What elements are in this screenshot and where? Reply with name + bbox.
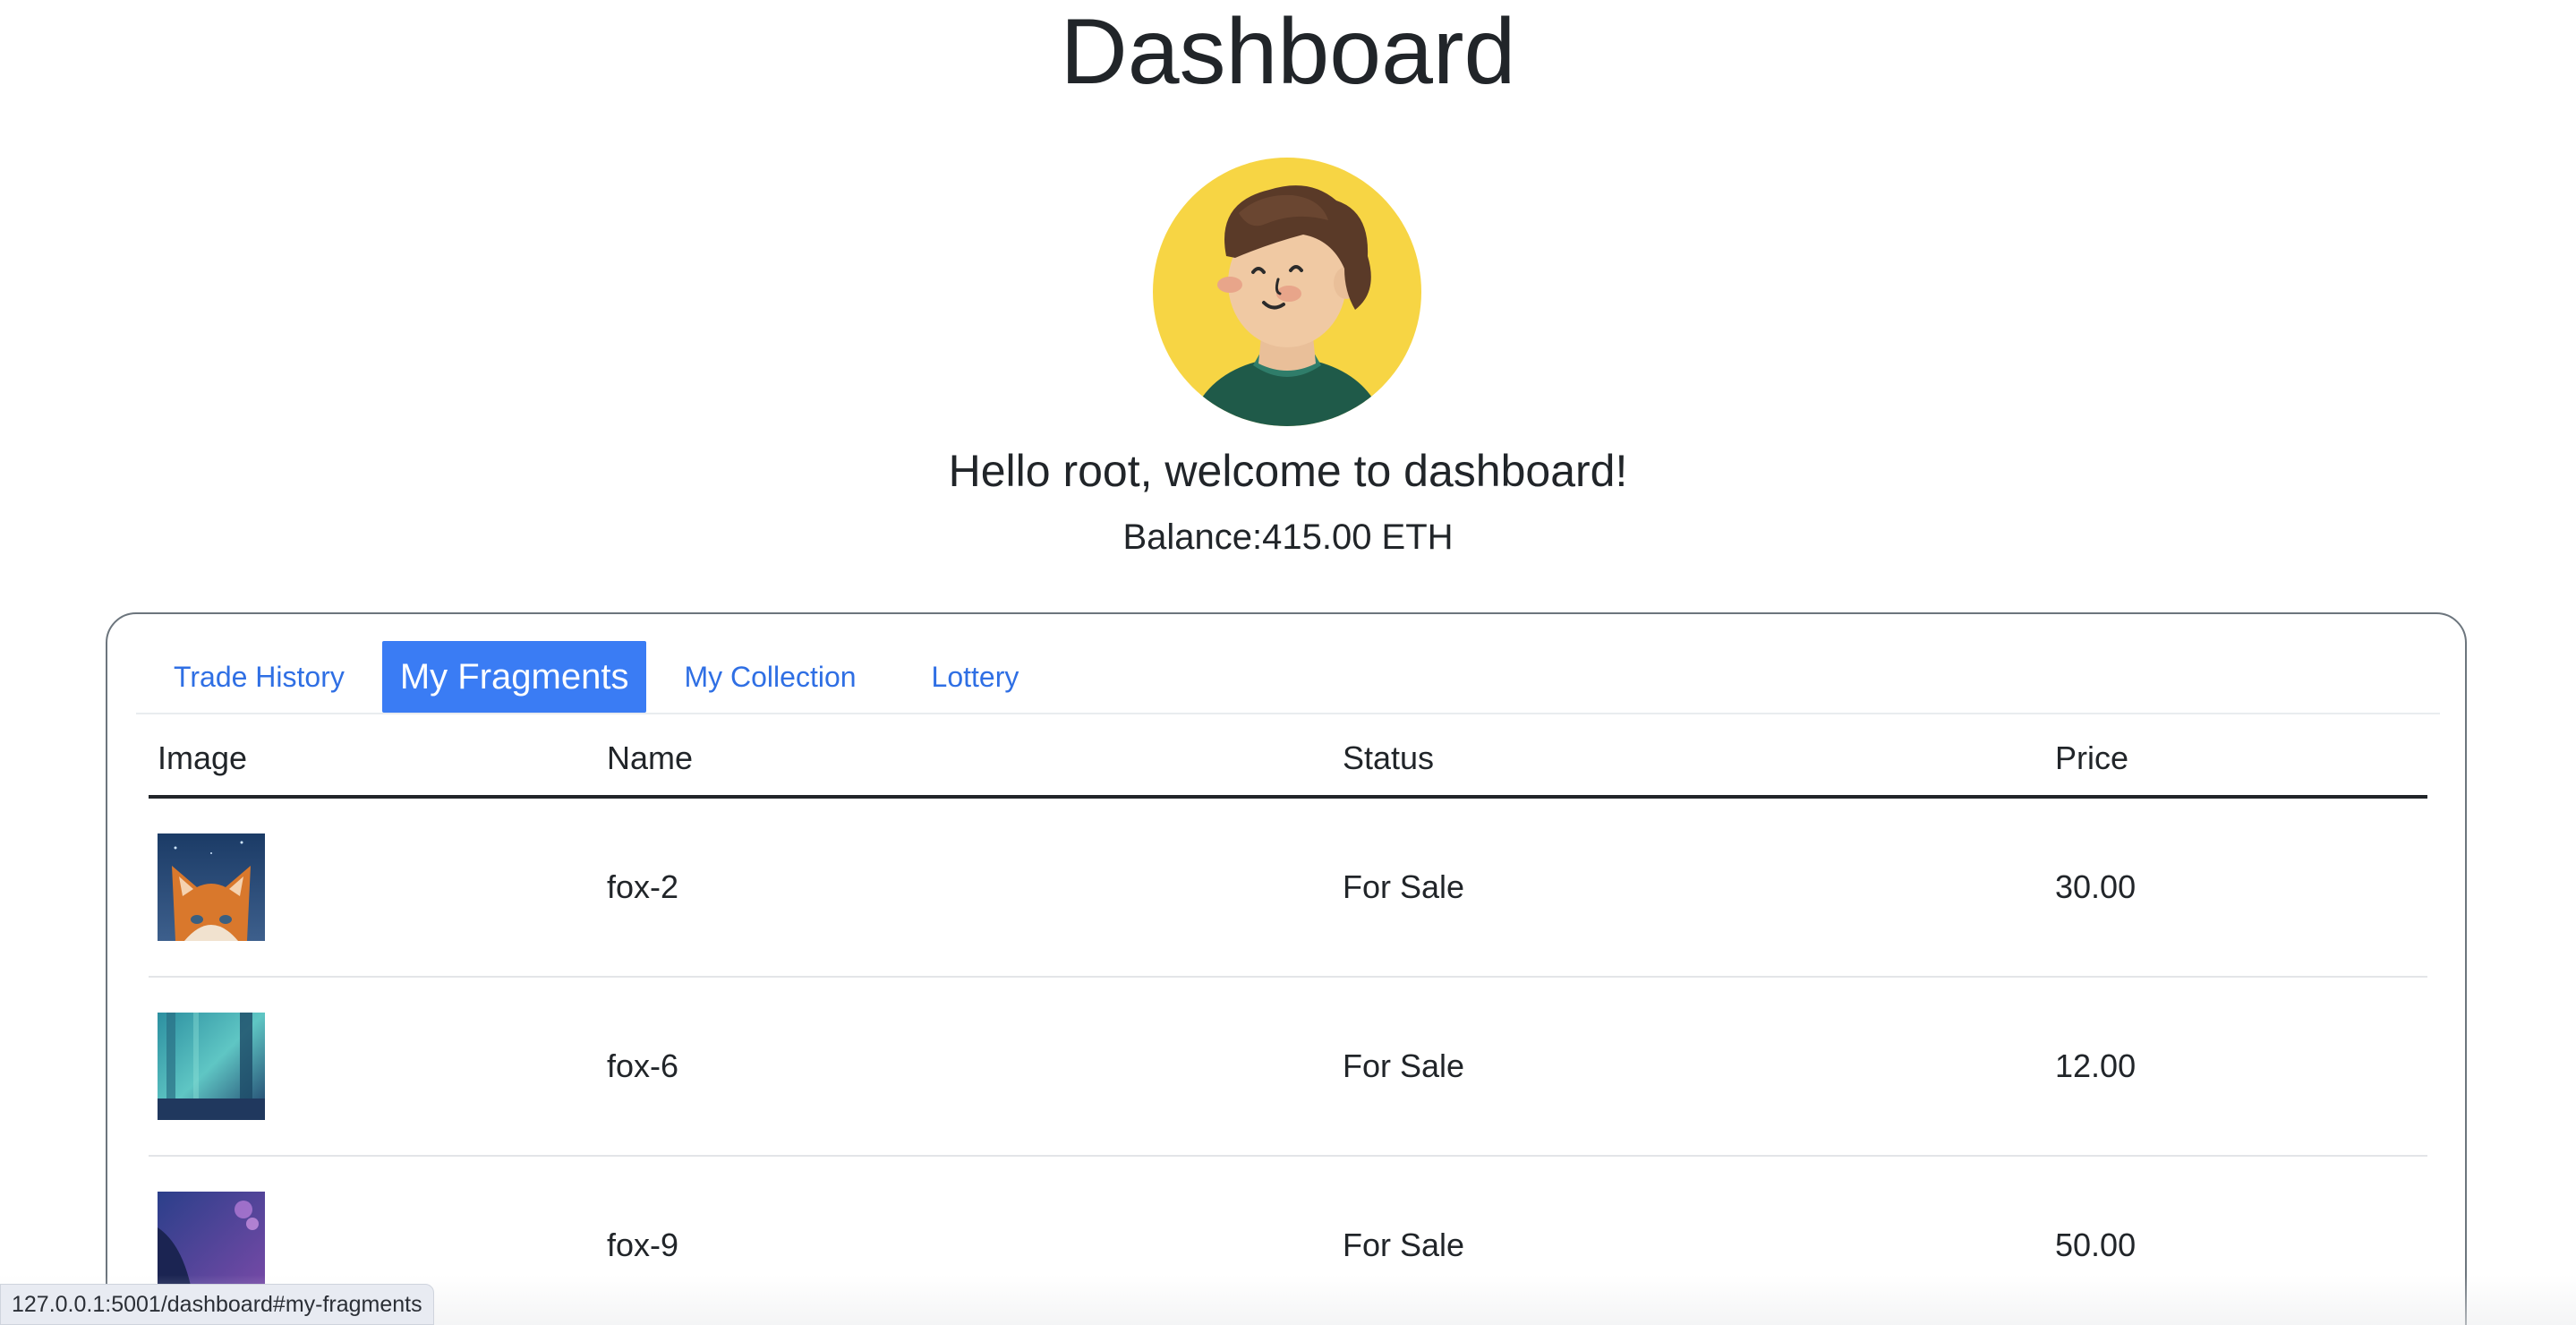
fox-thumbnail-image [158,1013,265,1120]
table-row: fox-2 For Sale 30.00 [149,797,2427,978]
tab-lottery[interactable]: Lottery [894,641,1057,713]
table-header-row: Image Name Status Price [149,722,2427,799]
row-status-cell: For Sale [1334,977,2046,1157]
fox-thumbnail-image [158,833,265,941]
fox-thumbnail-image [158,1192,265,1299]
column-header-image: Image [149,722,598,799]
row-name-cell: fox-9 [598,1156,1334,1325]
balance-text: Balance:415.00 ETH [1122,517,1454,557]
table-row: fox-6 For Sale 12.00 [149,977,2427,1157]
avatar-icon [1153,158,1421,426]
row-image-cell [149,977,598,1157]
row-price-cell: 12.00 [2046,977,2427,1157]
browser-status-bar: 127.0.0.1:5001/dashboard#my-fragments [0,1284,434,1325]
row-price-cell: 30.00 [2046,797,2427,978]
row-status-cell: For Sale [1334,1156,2046,1325]
tab-trade-history[interactable]: Trade History [136,641,382,713]
column-header-price: Price [2046,722,2427,799]
avatar [1153,158,1421,426]
row-status-cell: For Sale [1334,797,2046,978]
dashboard-card: Trade History My Fragments My Collection… [106,612,2467,1325]
tab-my-collection[interactable]: My Collection [646,641,893,713]
column-header-name: Name [598,722,1334,799]
column-header-status: Status [1334,722,2046,799]
row-name-cell: fox-6 [598,977,1334,1157]
row-image-cell [149,797,598,978]
page-title: Dashboard [1060,0,1516,104]
row-name-cell: fox-2 [598,797,1334,978]
table-row: fox-9 For Sale 50.00 [149,1156,2427,1325]
row-price-cell: 50.00 [2046,1156,2427,1325]
dashboard-page: Dashboard Hello root, welcome to dashboa… [0,0,2576,1325]
tab-bar: Trade History My Fragments My Collection… [136,641,2440,714]
welcome-message: Hello root, welcome to dashboard! [948,446,1628,496]
fragments-table: Image Name Status Price fox-2 For Sale 3… [149,722,2427,1325]
tab-my-fragments[interactable]: My Fragments [381,641,647,713]
